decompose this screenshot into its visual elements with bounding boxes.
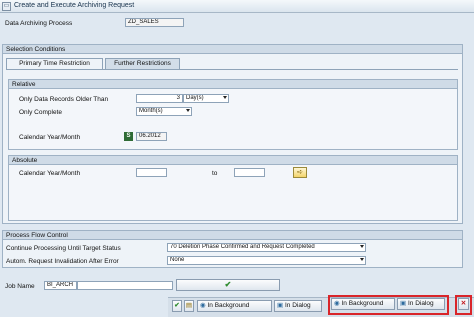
dialog-icon: ▣ — [400, 300, 407, 307]
in-dialog-label-2: In Dialog — [407, 300, 434, 307]
job-name-input[interactable]: BI_ARCH — [44, 281, 77, 290]
to-label: to — [212, 170, 218, 177]
in-dialog-label-1: In Dialog — [284, 302, 311, 309]
complete-unit-value: Month(s) — [139, 108, 163, 114]
in-background-label-2: In Background — [341, 300, 384, 307]
absolute-to-input[interactable] — [234, 168, 265, 177]
relative-title: Relative — [9, 80, 457, 89]
in-background-button-2[interactable]: ◉ In Background — [331, 298, 395, 310]
continue-value: 70 Deletion Phase Confirmed and Request … — [170, 244, 315, 250]
chevron-down-icon — [223, 96, 227, 99]
process-flow-title: Process Flow Control — [3, 231, 462, 240]
close-button[interactable]: ✕ — [458, 298, 469, 310]
older-unit-dropdown[interactable]: Day(s) — [183, 94, 229, 103]
job-name-extra-input[interactable] — [77, 281, 173, 290]
chevron-down-icon — [186, 109, 190, 112]
window-icon: ▭ — [2, 2, 11, 11]
dialog-icon: ▣ — [277, 302, 284, 309]
absolute-cal-label: Calendar Year/Month — [19, 170, 81, 177]
chevron-down-icon — [360, 245, 364, 248]
job-name-label: Job Name — [5, 283, 35, 290]
tab-primary-time[interactable]: Primary Time Restriction — [6, 58, 103, 69]
run-icon: ◉ — [200, 302, 206, 309]
window-titlebar: ▭ Create and Execute Archiving Request — [0, 0, 474, 13]
in-dialog-button-2[interactable]: ▣ In Dialog — [397, 298, 445, 310]
older-than-input[interactable]: 3 — [136, 94, 183, 103]
execute-check-icon[interactable]: ✔ — [172, 300, 182, 312]
complete-label: Only Complete — [19, 109, 62, 116]
in-background-button-1[interactable]: ◉ In Background — [197, 300, 272, 312]
in-dialog-button-1[interactable]: ▣ In Dialog — [274, 300, 322, 312]
run-icon: ◉ — [334, 300, 340, 307]
complete-unit-dropdown[interactable]: Month(s) — [136, 107, 192, 116]
process-label: Data Archiving Process — [5, 20, 73, 27]
variant-icon[interactable]: ▤ — [184, 300, 194, 312]
older-than-label: Only Data Records Older Than — [19, 96, 109, 103]
chevron-down-icon — [360, 258, 364, 261]
relative-cal-label: Calendar Year/Month — [19, 134, 81, 141]
absolute-from-input[interactable] — [136, 168, 167, 177]
process-field[interactable]: ZD_SALES — [125, 18, 184, 27]
job-confirm-button[interactable]: ✔ — [176, 279, 280, 291]
tab-further-restrictions[interactable]: Further Restrictions — [105, 58, 180, 69]
continue-label: Continue Processing Until Target Status — [6, 245, 121, 252]
invalidation-label: Autom. Request Invalidation After Error — [6, 258, 119, 265]
window-title: Create and Execute Archiving Request — [14, 2, 135, 9]
invalidation-value: None — [170, 257, 185, 263]
multiple-selection-icon[interactable]: ➪ — [293, 167, 307, 178]
absolute-title: Absolute — [9, 156, 457, 165]
tab-strip-line — [6, 69, 458, 70]
invalidation-dropdown[interactable]: None — [167, 256, 366, 265]
calculated-icon: S — [124, 132, 133, 141]
older-unit-value: Day(s) — [186, 95, 204, 101]
selection-title: Selection Conditions — [3, 45, 462, 54]
continue-dropdown[interactable]: 70 Deletion Phase Confirmed and Request … — [167, 243, 366, 252]
relative-cal-value: 06.2012 — [136, 132, 167, 141]
in-background-label-1: In Background — [207, 302, 250, 309]
